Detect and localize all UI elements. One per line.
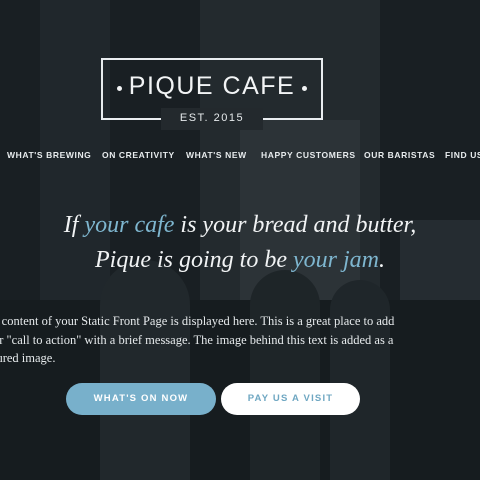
headline-accent-text: your jam bbox=[292, 247, 379, 273]
pay-us-a-visit-button[interactable]: PAY US A VISIT bbox=[221, 383, 360, 415]
hero-headline-line-1: If your cafe is your bread and butter, bbox=[0, 208, 480, 243]
nav-item-our-baristas[interactable]: OUR BARISTAS bbox=[364, 150, 435, 160]
hero-body-text: e content of your Static Front Page is d… bbox=[0, 312, 463, 368]
headline-accent-text: your cafe bbox=[84, 212, 175, 238]
nav-item-on-creativity[interactable]: ON CREATIVITY bbox=[102, 150, 175, 160]
headline-text: is your bread and butter, bbox=[174, 212, 417, 238]
nav-item-happy-customers[interactable]: HAPPY CUSTOMERS bbox=[261, 150, 356, 160]
logo-title: PIQUE CAFE bbox=[128, 72, 296, 100]
headline-text: If bbox=[63, 212, 85, 238]
body-line: e content of your Static Front Page is d… bbox=[0, 314, 395, 328]
logo-subtitle: EST. 2015 bbox=[179, 112, 245, 124]
logo-subtitle-wrap: EST. 2015 bbox=[161, 108, 263, 130]
nav-item-whats-new[interactable]: WHAT'S NEW bbox=[186, 150, 247, 160]
logo-right-dot bbox=[302, 86, 307, 91]
hero-headline: If your cafe is your bread and butter, P… bbox=[0, 208, 480, 278]
nav-item-find-us[interactable]: FIND US bbox=[445, 150, 480, 160]
body-line: tured image. bbox=[0, 351, 56, 365]
hero-headline-line-2: Pique is going to be your jam. bbox=[0, 243, 480, 278]
headline-text: . bbox=[378, 247, 385, 273]
headline-text: Pique is going to be bbox=[95, 247, 293, 273]
body-line: ur "call to action" with a brief message… bbox=[0, 332, 394, 347]
whats-on-now-button[interactable]: WHAT'S ON NOW bbox=[66, 383, 216, 415]
nav-item-whats-brewing[interactable]: WHAT'S BREWING bbox=[7, 150, 91, 160]
main-navigation: WHAT'S BREWING ON CREATIVITY WHAT'S NEW … bbox=[0, 150, 480, 164]
